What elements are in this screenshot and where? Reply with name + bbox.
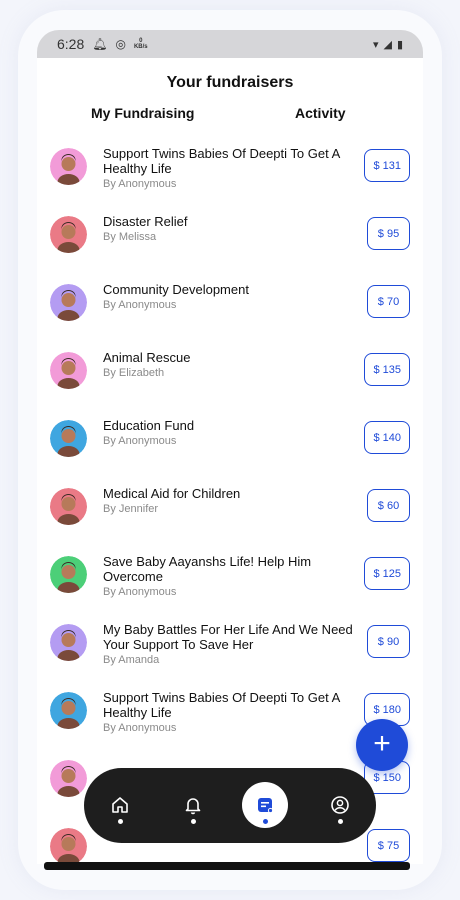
fundraiser-item[interactable]: Support Twins Babies Of Deepti To Get A … [37,132,423,200]
fundraiser-title: Support Twins Babies Of Deepti To Get A … [103,690,340,720]
avatar [50,284,87,321]
fundraiser-author: By Anonymous [103,299,177,311]
instagram-icon: ◎ [115,37,126,51]
fundraiser-title: Animal Rescue [103,350,191,365]
fundraiser-text: Disaster Relief By Melissa [103,214,359,244]
signal-icon: ◢ [383,38,392,51]
fundraiser-author: By Anonymous [103,586,177,598]
fundraiser-text: Save Baby Aayanshs Life! Help Him Overco… [103,554,359,599]
fundraiser-title: Community Development [103,282,249,297]
fundraiser-author: By Anonymous [103,722,177,734]
battery-icon: ▮ [396,38,403,51]
avatar [50,352,87,389]
avatar [50,420,87,457]
avatar [50,556,87,593]
fundraiser-text: My Baby Battles For Her Life And We Need… [103,622,359,667]
fundraiser-item[interactable]: Community Development By Anonymous $ 70 [37,268,423,336]
fundraiser-author: By Amanda [103,654,160,666]
amount-button[interactable]: $ 125 [364,557,410,590]
fundraiser-item[interactable]: Animal Rescue By Elizabeth $ 135 [37,336,423,404]
avatar [50,828,87,864]
fundraiser-author: By Anonymous [103,178,177,190]
fundraiser-author: By Melissa [103,231,157,243]
fundraiser-text: Education Fund By Anonymous [103,418,359,448]
avatar [50,488,87,525]
bottom-edge [44,862,410,870]
amount-button[interactable]: $ 90 [367,625,410,658]
fundraiser-author: By Anonymous [103,435,177,447]
add-fundraiser-button[interactable]: + [356,719,408,771]
fundraiser-item[interactable]: Medical Aid for Children By Jennifer $ 60 [37,472,423,540]
fundraiser-title: Education Fund [103,418,195,433]
amount-button[interactable]: $ 140 [364,421,410,454]
fundraiser-title: My Baby Battles For Her Life And We Need… [103,622,353,652]
fundraiser-icon [258,798,274,814]
home-icon [112,797,128,813]
status-time: 6:28 [57,36,85,52]
nav-profile[interactable] [317,782,363,828]
tab-my-fundraising[interactable]: My Fundraising [91,105,194,121]
avatar [50,148,87,185]
network-speed: 0 KB/s [133,38,148,50]
amount-button[interactable]: $ 135 [364,353,410,386]
fundraiser-text: Animal Rescue By Elizabeth [103,350,359,380]
fundraiser-text: Medical Aid for Children By Jennifer [103,486,359,516]
avatar [50,624,87,661]
fundraiser-item[interactable]: Education Fund By Anonymous $ 140 [37,404,423,472]
nav-home[interactable] [97,782,143,828]
nav-fundraisers[interactable] [242,782,288,828]
fundraiser-item[interactable]: Disaster Relief By Melissa $ 95 [37,200,423,268]
notification-bell-icon: 🔔︎ [92,37,108,51]
fundraiser-title: Disaster Relief [103,214,188,229]
bell-icon [185,798,201,815]
amount-button[interactable]: $ 70 [367,285,410,318]
status-bar: 6:28 🔔︎ ◎ 0 KB/s ▾ ◢ ▮ [37,30,423,58]
fundraiser-title: Support Twins Babies Of Deepti To Get A … [103,146,340,176]
amount-button[interactable]: $ 60 [367,489,410,522]
fundraiser-text [103,758,359,759]
nav-indicator [338,819,343,824]
profile-icon [331,796,349,814]
fundraiser-item[interactable]: My Baby Battles For Her Life And We Need… [37,608,423,676]
nav-indicator [191,819,196,824]
fundraiser-item[interactable]: Save Baby Aayanshs Life! Help Him Overco… [37,540,423,608]
fundraiser-author: By Elizabeth [103,367,165,379]
tab-bar: My Fundraising Activity [37,105,423,125]
amount-button[interactable]: $ 95 [367,217,410,250]
fundraiser-text: Support Twins Babies Of Deepti To Get A … [103,690,359,735]
avatar [50,760,87,797]
fundraiser-text: Community Development By Anonymous [103,282,359,312]
avatar [50,692,87,729]
fundraiser-text: Support Twins Babies Of Deepti To Get A … [103,146,359,191]
nav-notifications[interactable] [170,782,216,828]
avatar [50,216,87,253]
fundraiser-title: Save Baby Aayanshs Life! Help Him Overco… [103,554,312,584]
fundraiser-title: Medical Aid for Children [103,486,241,501]
amount-button[interactable]: $ 75 [367,829,410,862]
bottom-navigation [84,768,376,843]
wifi-icon: ▾ [372,38,379,51]
nav-indicator [263,819,268,824]
nav-indicator [118,819,123,824]
fundraiser-author: By Jennifer [103,503,159,515]
amount-button[interactable]: $ 131 [364,149,410,182]
tab-activity[interactable]: Activity [295,105,346,121]
page-title: Your fundraisers [166,74,294,91]
